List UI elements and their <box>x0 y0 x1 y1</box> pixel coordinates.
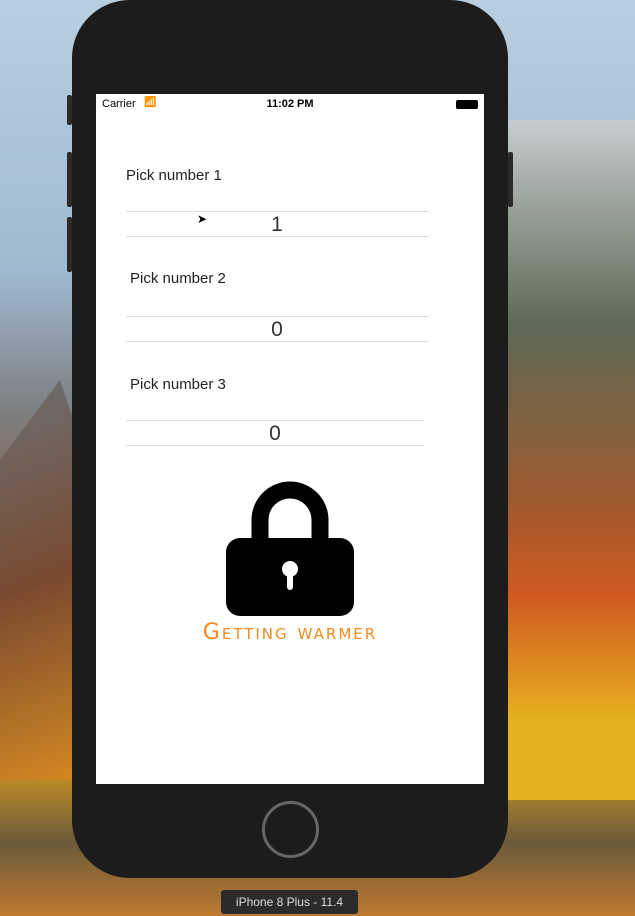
picker-value-1: 1 <box>271 213 283 236</box>
battery-icon <box>456 100 478 109</box>
volume-down-button[interactable] <box>67 217 72 272</box>
device-label: iPhone 8 Plus - 11.4 <box>221 890 358 914</box>
status-bar: Carrier 📶 11:02 PM <box>96 94 484 114</box>
number-picker-3[interactable]: 0 <box>126 420 424 446</box>
app-screen: Carrier 📶 11:02 PM Pick number 1 1 Pick … <box>96 94 484 784</box>
clock: 11:02 PM <box>266 98 314 110</box>
volume-up-button[interactable] <box>67 152 72 207</box>
lock-icon <box>226 481 354 616</box>
mute-switch[interactable] <box>67 95 72 125</box>
number-picker-2[interactable]: 0 <box>126 316 428 342</box>
number-picker-1[interactable]: 1 <box>126 211 428 237</box>
wallpaper-mountain-right <box>495 120 635 800</box>
picker-label-1: Pick number 1 <box>126 167 222 184</box>
picker-label-2: Pick number 2 <box>130 270 226 287</box>
status-message: Getting warmer <box>202 620 378 645</box>
power-button[interactable] <box>508 152 513 207</box>
home-button[interactable] <box>262 801 319 858</box>
picker-value-2: 0 <box>271 318 283 341</box>
picker-label-3: Pick number 3 <box>130 376 226 393</box>
picker-value-3: 0 <box>269 422 281 445</box>
mouse-cursor-icon: ➤ <box>197 212 208 226</box>
